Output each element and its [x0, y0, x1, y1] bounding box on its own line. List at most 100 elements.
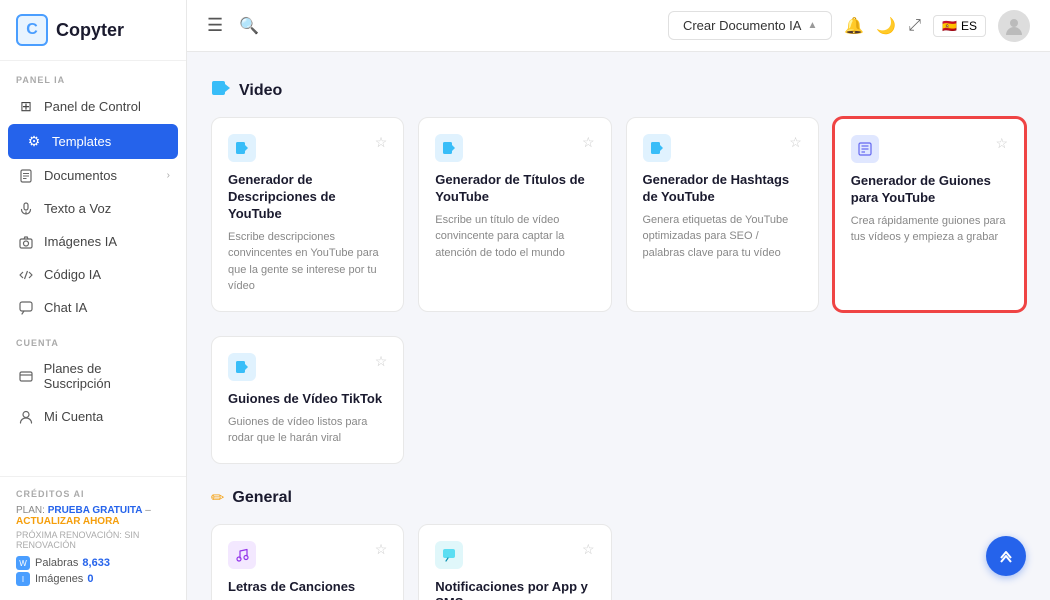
images-label: Imágenes — [35, 573, 83, 585]
card-title: Letras de Canciones — [228, 579, 387, 596]
general-cards-grid: ☆ Letras de Canciones Generar una letra … — [211, 524, 1026, 600]
words-value: 8,633 — [82, 557, 110, 569]
star-icon[interactable]: ☆ — [375, 353, 388, 370]
user-icon — [16, 410, 36, 424]
sidebar-item-label: Mi Cuenta — [44, 409, 103, 424]
star-icon[interactable]: ☆ — [375, 134, 388, 151]
sidebar-item-label: Código IA — [44, 267, 101, 282]
card-top: ☆ — [851, 135, 1008, 163]
video-card-icon — [851, 135, 879, 163]
main-area: ☰ 🔍 Crear Documento IA ▲ 🔔 🌙 ⤢ 🇪🇸 ES — [187, 0, 1050, 600]
card-title: Generador de Guiones para YouTube — [851, 173, 1008, 207]
sidebar-item-panel[interactable]: ⊞ Panel de Control — [0, 89, 186, 124]
card-title: Generador de Títulos de YouTube — [435, 172, 594, 206]
sidebar-item-documentos[interactable]: Documentos › — [0, 159, 186, 192]
images-value: 0 — [87, 573, 93, 585]
subscription-icon — [16, 369, 36, 383]
video-row2-grid: ☆ Guiones de Vídeo TikTok Guiones de víd… — [211, 336, 1026, 464]
card-desc: Escribe descripciones convincentes en Yo… — [228, 229, 387, 295]
video-cards-grid: ☆ Generador de Descripciones de YouTube … — [211, 117, 1026, 312]
lang-code: ES — [961, 19, 977, 33]
credits-section: CRÉDITOS AI PLAN: PRUEBA GRATUITA – ACTU… — [0, 476, 186, 600]
star-icon[interactable]: ☆ — [995, 135, 1008, 152]
plan-info: PLAN: PRUEBA GRATUITA – ACTUALIZAR AHORA — [16, 505, 170, 527]
card-letras[interactable]: ☆ Letras de Canciones Generar una letra … — [211, 524, 404, 600]
sidebar-item-label: Planes de Suscripción — [44, 361, 170, 391]
grid-icon: ⊞ — [16, 98, 36, 115]
chevron-right-icon: › — [167, 170, 170, 181]
video-card-icon — [435, 134, 463, 162]
user-avatar[interactable] — [998, 10, 1030, 42]
sidebar-item-label: Panel de Control — [44, 99, 141, 114]
video-card-icon — [643, 134, 671, 162]
plan-free[interactable]: PRUEBA GRATUITA — [48, 505, 143, 516]
create-doc-label: Crear Documento IA — [683, 18, 802, 33]
plan-upgrade[interactable]: ACTUALIZAR AHORA — [16, 516, 120, 527]
scroll-top-button[interactable] — [986, 536, 1026, 576]
moon-icon[interactable]: 🌙 — [876, 16, 896, 36]
bell-icon[interactable]: 🔔 — [844, 16, 864, 36]
music-card-icon — [228, 541, 256, 569]
star-icon[interactable]: ☆ — [582, 134, 595, 151]
general-section-header: ✏ General — [211, 488, 1026, 508]
gear-icon: ⚙ — [24, 133, 44, 150]
sidebar-item-chat[interactable]: Chat IA — [0, 291, 186, 324]
card-hashtags-yt[interactable]: ☆ Generador de Hashtags de YouTube Gener… — [626, 117, 819, 312]
sidebar: C Copyter PANEL IA ⊞ Panel de Control ⚙ … — [0, 0, 187, 600]
card-titulo-yt[interactable]: ☆ Generador de Títulos de YouTube Escrib… — [418, 117, 611, 312]
card-guiones-yt[interactable]: ☆ Generador de Guiones para YouTube Crea… — [833, 117, 1026, 312]
card-top: ☆ — [228, 134, 387, 162]
card-top: ☆ — [435, 541, 594, 569]
sidebar-item-label: Chat IA — [44, 300, 87, 315]
credits-label: CRÉDITOS AI — [16, 489, 170, 499]
search-icon[interactable]: 🔍 — [239, 16, 259, 36]
hamburger-icon[interactable]: ☰ — [207, 15, 223, 36]
star-icon[interactable]: ☆ — [789, 134, 802, 151]
card-guiones-tiktok[interactable]: ☆ Guiones de Vídeo TikTok Guiones de víd… — [211, 336, 404, 464]
sidebar-item-codigo[interactable]: Código IA — [0, 258, 186, 291]
panel-section-label: PANEL IA — [0, 61, 186, 89]
sidebar-item-imagenes[interactable]: Imágenes IA — [0, 225, 186, 258]
card-desc-yt[interactable]: ☆ Generador de Descripciones de YouTube … — [211, 117, 404, 312]
images-credit-row: I Imágenes 0 — [16, 572, 170, 586]
words-icon: W — [16, 556, 30, 570]
card-top: ☆ — [643, 134, 802, 162]
app-name: Copyter — [56, 20, 124, 41]
star-icon[interactable]: ☆ — [375, 541, 388, 558]
video-card-icon — [228, 353, 256, 381]
card-top: ☆ — [228, 541, 387, 569]
sidebar-item-label: Documentos — [44, 168, 117, 183]
video-section-icon — [211, 80, 231, 101]
card-desc: Escribe un título de vídeo convincente p… — [435, 212, 594, 262]
flag-icon: 🇪🇸 — [942, 19, 957, 33]
chat-card-icon — [435, 541, 463, 569]
card-desc: Crea rápidamente guiones para tus vídeos… — [851, 213, 1008, 246]
chevron-up-icon: ▲ — [807, 20, 817, 31]
general-section-title: General — [232, 489, 292, 507]
language-selector[interactable]: 🇪🇸 ES — [933, 15, 986, 37]
create-doc-button[interactable]: Crear Documento IA ▲ — [668, 11, 832, 40]
sidebar-item-label: Templates — [52, 134, 111, 149]
expand-icon[interactable]: ⤢ — [908, 17, 921, 35]
logo-icon: C — [16, 14, 48, 46]
card-title: Guiones de Vídeo TikTok — [228, 391, 387, 408]
star-icon[interactable]: ☆ — [582, 541, 595, 558]
document-icon — [16, 169, 36, 183]
topbar: ☰ 🔍 Crear Documento IA ▲ 🔔 🌙 ⤢ 🇪🇸 ES — [187, 0, 1050, 52]
cuenta-section-label: CUENTA — [0, 324, 186, 352]
video-section-title: Video — [239, 82, 282, 100]
card-desc: Genera etiquetas de YouTube optimizadas … — [643, 212, 802, 262]
card-notificaciones[interactable]: ☆ Notificaciones por App y SMS Mensajes … — [418, 524, 611, 600]
card-desc: Guiones de vídeo listos para rodar que l… — [228, 414, 387, 447]
card-title: Generador de Hashtags de YouTube — [643, 172, 802, 206]
chat-icon — [16, 301, 36, 315]
sidebar-item-texto[interactable]: Texto a Voz — [0, 192, 186, 225]
card-top: ☆ — [228, 353, 387, 381]
video-section-header: Video — [211, 80, 1026, 101]
sidebar-item-label: Texto a Voz — [44, 201, 111, 216]
sidebar-item-planes[interactable]: Planes de Suscripción — [0, 352, 186, 400]
logo-area: C Copyter — [0, 0, 186, 61]
sidebar-item-cuenta[interactable]: Mi Cuenta — [0, 400, 186, 433]
card-top: ☆ — [435, 134, 594, 162]
sidebar-item-templates[interactable]: ⚙ Templates — [8, 124, 178, 159]
